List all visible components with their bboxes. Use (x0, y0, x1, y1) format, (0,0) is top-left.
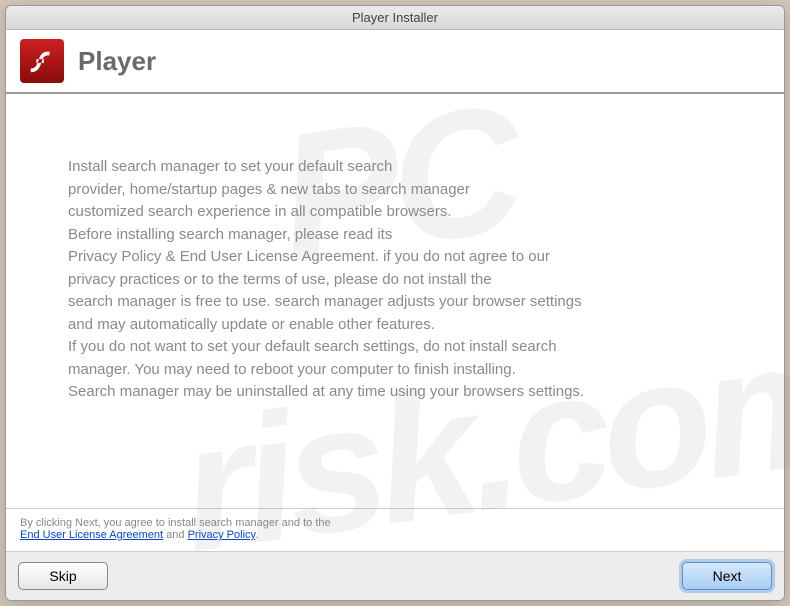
header-title: Player (78, 46, 156, 77)
privacy-link[interactable]: Privacy Policy (188, 529, 256, 541)
window-titlebar: Player Installer (6, 6, 784, 30)
body-text: Install search manager to set your defau… (68, 156, 722, 404)
flash-player-icon (20, 39, 64, 83)
content-area: Install search manager to set your defau… (6, 94, 784, 509)
button-bar: Skip Next (6, 552, 784, 600)
footer-suffix: . (255, 529, 258, 541)
footer-and: and (163, 529, 187, 541)
window-title: Player Installer (352, 10, 438, 25)
footer-prefix: By clicking Next, you agree to install s… (20, 517, 331, 529)
next-button[interactable]: Next (682, 562, 772, 590)
installer-window: Player Installer Player Install search m… (5, 5, 785, 601)
skip-button[interactable]: Skip (18, 562, 108, 590)
header: Player (6, 30, 784, 94)
eula-link[interactable]: End User License Agreement (20, 529, 163, 541)
footer-disclaimer: By clicking Next, you agree to install s… (6, 509, 784, 552)
